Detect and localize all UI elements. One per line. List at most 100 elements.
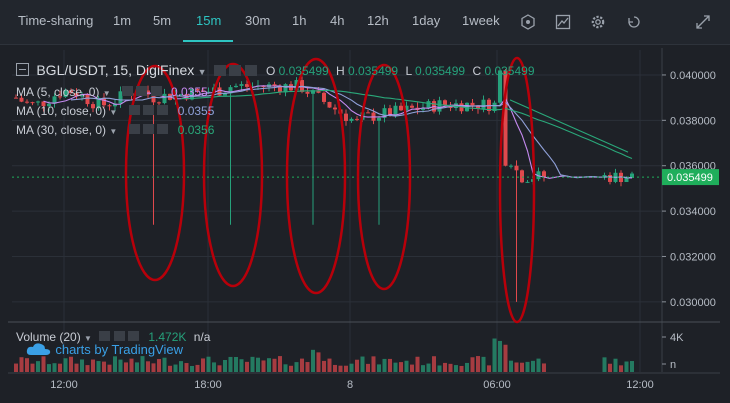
volume-bar [432,356,436,372]
volume-tick-label: 4K [670,332,684,344]
volume-na: n/a [193,330,211,344]
tradingview-watermark[interactable]: charts by TradingView [26,342,183,357]
volume-bar [316,352,321,372]
candle-body [333,107,337,110]
volume-bar [443,362,447,372]
volume-bar [525,361,530,372]
legend-ma5: MA (5, close, 0) ▼ 0.0355 [16,85,208,99]
volume-bar [338,365,343,372]
volume-bar [80,359,84,372]
volume-bar [459,365,464,372]
volume-bar [256,357,260,372]
candle-body [514,165,519,171]
volume-bar [272,358,277,372]
volume-bar [294,362,299,372]
volume-bar [250,356,255,372]
volume-bar [162,357,167,372]
volume-bar [195,364,200,372]
volume-bar [206,356,211,372]
volume-bar [179,361,183,372]
volume-bar [360,356,365,372]
volume-bar [223,359,227,372]
candle-body [426,101,431,109]
volume-bar [388,358,392,372]
volume-bar [278,356,282,372]
volume-bar [300,358,304,372]
eye-icon[interactable] [128,105,140,115]
volume-bar [140,356,145,372]
volume-tick-label: n [670,359,676,371]
volume-bar [355,359,359,372]
close-icon[interactable] [157,105,169,115]
volume-bar [118,359,123,372]
volume-bar [377,364,381,372]
x-tick-label: 12:00 [626,379,654,391]
candle-body [30,102,35,104]
chevron-down-icon[interactable]: ▼ [109,127,117,136]
volume-bar [157,359,161,372]
close-icon[interactable] [244,65,257,76]
volume-bar [107,364,112,372]
eye-icon[interactable] [99,331,111,341]
candle-body [245,84,249,87]
low-value: 0.035499 [415,64,466,78]
volume-bar [129,358,134,372]
candle-body [234,85,238,88]
candle-body [509,165,513,167]
high-label: H [336,64,345,78]
volume-bar [344,365,348,372]
volume-bar [124,362,128,372]
symbol-title[interactable]: BGL/USDT, 15, DigiFinex [36,62,194,78]
candle-body [377,117,381,121]
ma30-value: 0.0356 [177,123,215,137]
settings-icon[interactable] [136,86,148,96]
ma30-label[interactable]: MA (30, close, 0) [16,123,106,137]
volume-bar [168,365,172,372]
eye-icon[interactable] [213,65,226,76]
volume-bar [228,356,233,372]
settings-icon[interactable] [229,65,242,76]
high-value: 0.035499 [348,64,399,78]
x-tick-label: 12:00 [50,379,78,391]
volume-bar [36,361,40,372]
ma5-value: 0.0355 [171,85,208,99]
volume-bar [487,365,491,372]
volume-bar [371,356,376,372]
settings-icon[interactable] [113,331,125,341]
collapse-icon[interactable] [16,63,29,76]
open-value: 0.035499 [278,64,329,78]
close-icon[interactable] [157,124,169,134]
volume-bar [421,365,425,372]
volume-bar [404,360,409,372]
settings-icon[interactable] [143,105,154,115]
volume-bar [283,364,288,372]
volume-bar [608,363,612,372]
volume-bar [25,358,29,372]
close-icon[interactable] [150,86,162,96]
volume-bar [173,364,178,372]
volume-bar [333,364,337,372]
close-icon[interactable] [128,331,139,341]
chevron-down-icon[interactable]: ▼ [109,108,117,117]
volume-bar [454,365,458,372]
volume-bar [113,356,117,372]
ma10-label[interactable]: MA (10, close, 0) [16,104,106,118]
chevron-down-icon[interactable]: ▼ [198,67,207,77]
volume-bar [349,363,354,372]
volume-bar [135,362,139,372]
settings-icon[interactable] [143,124,154,134]
volume-bar [305,362,310,372]
chevron-down-icon[interactable]: ▼ [103,89,111,98]
volume-bar [514,362,519,372]
candle-body [344,113,348,121]
volume-bar [239,359,244,372]
eye-icon[interactable] [128,124,140,134]
y-tick-label: 0.030000 [670,297,716,309]
eye-icon[interactable] [121,86,133,96]
x-tick-label: 8 [347,379,353,391]
ma5-label[interactable]: MA (5, close, 0) [16,85,99,99]
volume-bar [509,360,513,372]
volume-bar [58,363,62,372]
volume-bar [261,360,266,372]
volume-bar [602,357,607,372]
